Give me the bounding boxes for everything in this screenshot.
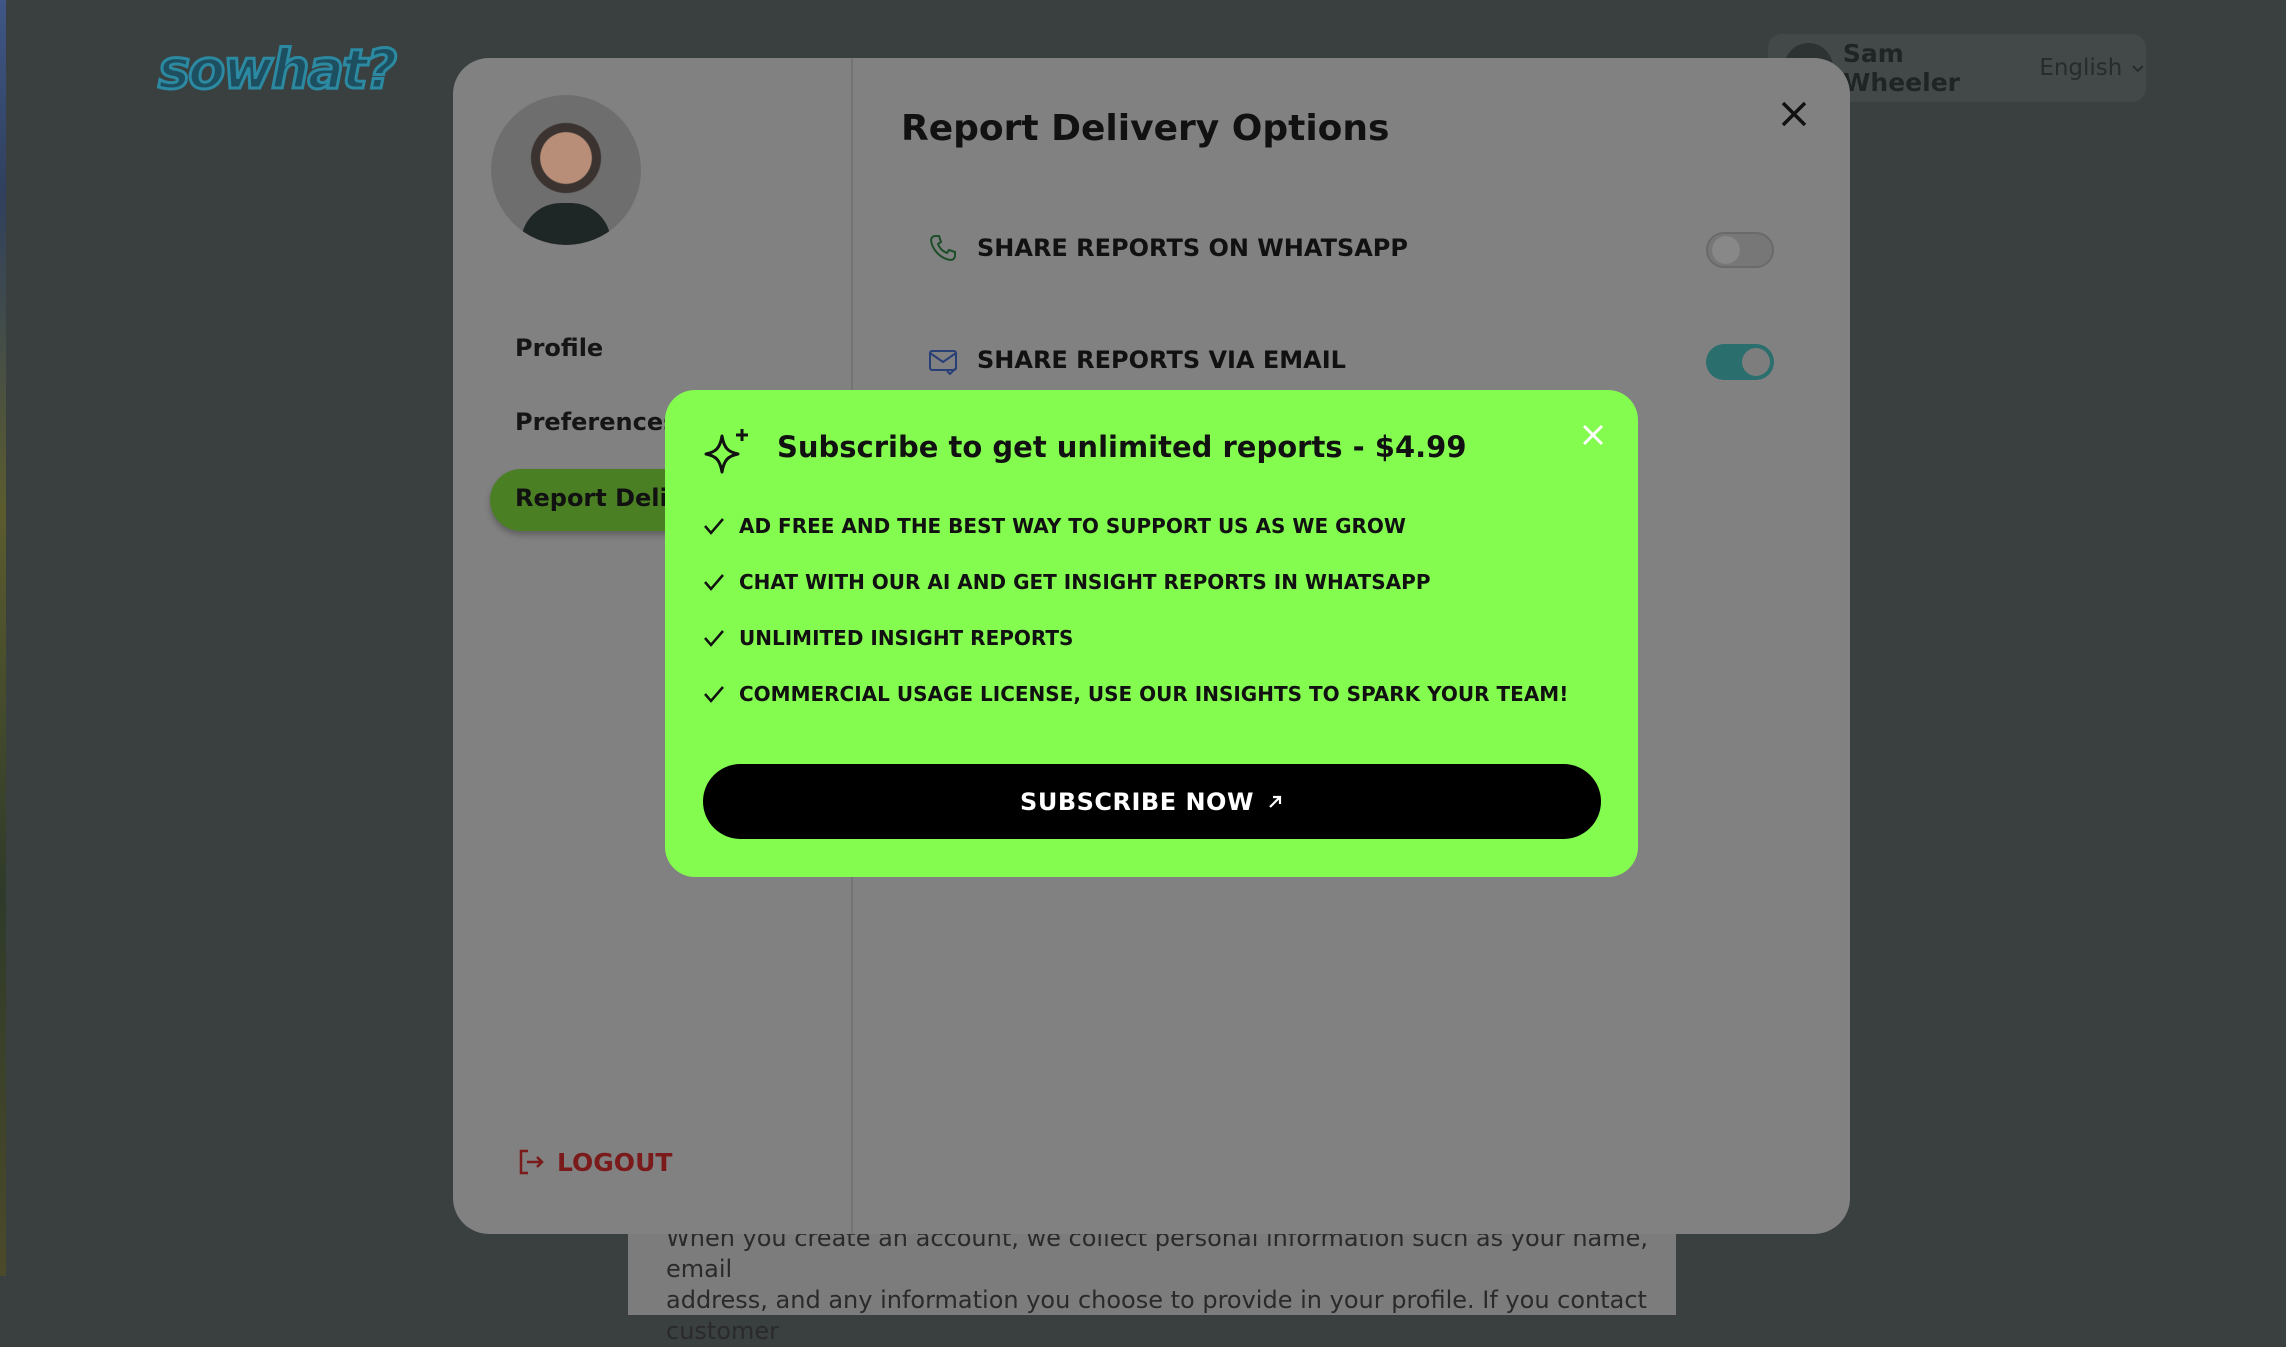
profile-photo [491,95,641,245]
logout-icon [519,1149,544,1175]
whatsapp-option-label: SHARE REPORTS ON WHATSAPP [977,234,1408,262]
checkmark-icon [704,574,724,591]
feature-text: CHAT WITH OUR AI AND GET INSIGHT REPORTS… [739,570,1431,594]
close-icon[interactable] [1578,420,1608,450]
email-toggle[interactable] [1706,344,1774,380]
language-selector[interactable]: English [2039,55,2122,81]
whatsapp-toggle[interactable] [1706,232,1774,268]
logout-button[interactable]: LOGOUT [515,1146,672,1178]
policy-line-2: address, and any information you choose … [666,1286,1647,1345]
subscribe-now-label: SUBSCRIBE NOW [1020,787,1254,816]
chevron-down-icon[interactable] [2130,60,2146,76]
subscribe-popup: Subscribe to get unlimited reports - $4.… [665,390,1638,877]
sparkle-icon [704,429,748,474]
feature-item: AD FREE AND THE BEST WAY TO SUPPORT US A… [703,514,1406,538]
feature-text: AD FREE AND THE BEST WAY TO SUPPORT US A… [739,514,1406,538]
feature-item: COMMERCIAL USAGE LICENSE, USE OUR INSIGH… [703,682,1568,706]
email-option-label: SHARE REPORTS VIA EMAIL [977,346,1346,374]
page-title: Report Delivery Options [901,108,1390,149]
app-logo[interactable]: sowhat? [156,37,398,103]
logout-label: LOGOUT [557,1147,673,1177]
sidebar-item-profile[interactable]: Profile [515,334,603,362]
sidebar-item-preferences[interactable]: Preferences [515,408,677,436]
checkmark-icon [704,686,724,703]
feature-text: COMMERCIAL USAGE LICENSE, USE OUR INSIGH… [739,682,1569,706]
feature-text: UNLIMITED INSIGHT REPORTS [739,626,1074,650]
email-option: SHARE REPORTS VIA EMAIL [927,344,1346,376]
whatsapp-option: SHARE REPORTS ON WHATSAPP [927,232,1408,264]
feature-item: UNLIMITED INSIGHT REPORTS [703,626,1073,650]
arrow-up-right-icon [1269,795,1282,808]
subscribe-now-button[interactable]: SUBSCRIBE NOW [703,764,1601,839]
feature-item: CHAT WITH OUR AI AND GET INSIGHT REPORTS… [703,570,1430,594]
checkmark-icon [704,630,724,647]
popup-title: Subscribe to get unlimited reports - $4.… [777,430,1467,464]
user-name: Sam Wheeler [1842,39,1960,97]
close-icon[interactable] [1774,94,1814,134]
checkmark-icon [704,518,724,535]
background-wallpaper-edge [0,0,6,1276]
mail-check-icon [929,350,957,376]
phone-icon [929,235,956,262]
